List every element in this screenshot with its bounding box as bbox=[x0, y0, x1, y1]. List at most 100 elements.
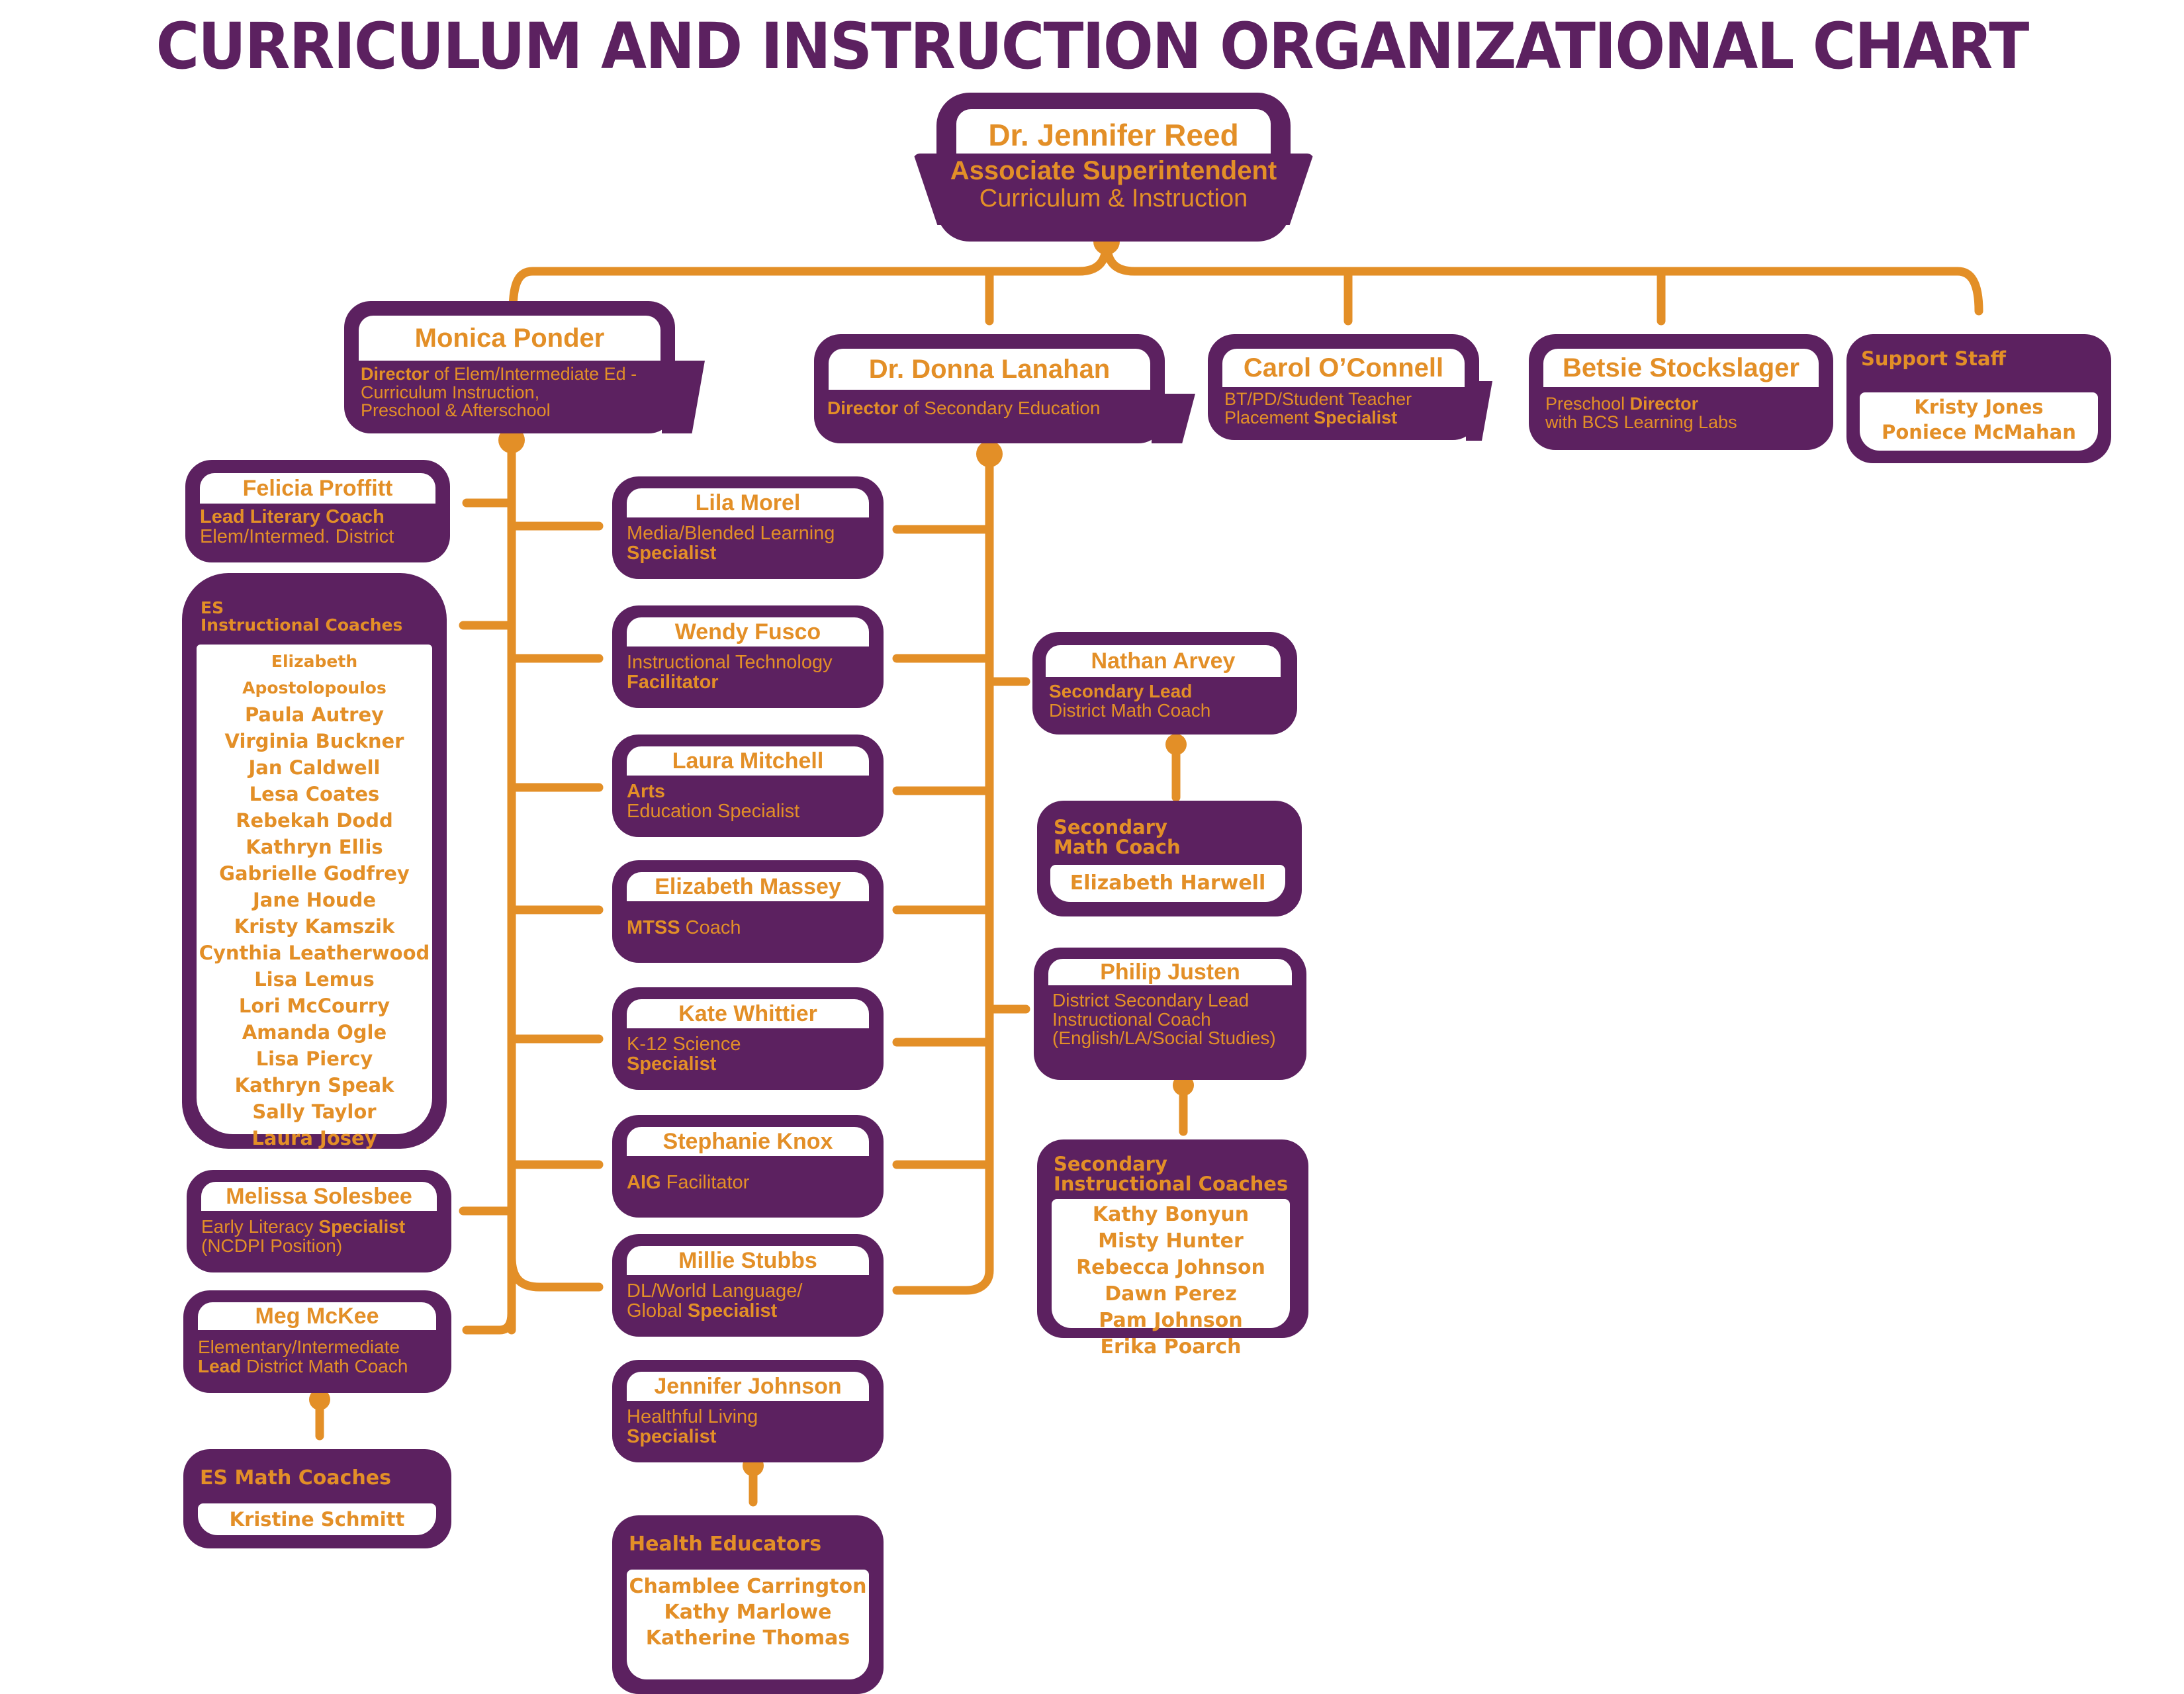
desc-text: Media/Blended Learning bbox=[627, 523, 835, 544]
member-name: Paula Autrey bbox=[244, 703, 385, 726]
desc-bold: Director bbox=[1629, 394, 1699, 414]
node-description: Secondary Lead District Math Coach bbox=[1049, 682, 1210, 720]
member-name: Lesa Coates bbox=[249, 783, 380, 805]
group-heading: Secondary Instructional Coaches bbox=[1054, 1154, 1288, 1194]
node-secondary-math-coach[interactable]: Secondary Math Coach Elizabeth Harwell bbox=[1037, 801, 1302, 916]
desc-bold: Facilitator bbox=[627, 671, 719, 693]
node-description: AIG Facilitator bbox=[627, 1173, 749, 1193]
node-name: Laura Mitchell bbox=[627, 746, 869, 776]
node-name: Dr. Donna Lanahan bbox=[829, 349, 1150, 390]
desc-bold: AIG bbox=[627, 1172, 661, 1193]
member-name: Gabrielle Godfrey bbox=[219, 862, 410, 885]
node-description: Director of Elem/Intermediate Ed - Curri… bbox=[361, 365, 637, 420]
node-melissa-solesbee[interactable]: Melissa Solesbee Early Literacy Speciali… bbox=[187, 1170, 451, 1272]
node-name: Wendy Fusco bbox=[627, 617, 869, 646]
node-description: Instructional Technology Facilitator bbox=[627, 652, 833, 693]
desc-text: Coach bbox=[680, 917, 741, 938]
node-millie-stubbs[interactable]: Millie Stubbs DL/World Language/Global Sp… bbox=[612, 1234, 884, 1337]
desc-bold: Specialist bbox=[1314, 407, 1398, 427]
node-wendy-fusco[interactable]: Wendy Fusco Instructional Technology Facil… bbox=[612, 605, 884, 708]
node-health-educators[interactable]: Health Educators Chamblee Carrington Kat… bbox=[612, 1515, 884, 1694]
node-philip-justen[interactable]: Philip Justen District Secondary Lead In… bbox=[1034, 948, 1306, 1080]
node-jennifer-johnson[interactable]: Jennifer Johnson Healthful Living Speciali… bbox=[612, 1360, 884, 1462]
node-secondary-instructional-coaches[interactable]: Secondary Instructional Coaches Kathy Bo… bbox=[1037, 1139, 1308, 1359]
desc-text: Preschool bbox=[1545, 394, 1630, 414]
node-name: Millie Stubbs bbox=[627, 1246, 869, 1275]
node-felicia-proffitt[interactable]: Felicia Proffitt Lead Literary Coach Ele… bbox=[185, 460, 450, 562]
member-name: Kathy Marlowe bbox=[664, 1601, 832, 1624]
member-name: Kathy Bonyun bbox=[1092, 1203, 1250, 1226]
desc-text: Instructional Technology bbox=[627, 652, 833, 673]
heading-line: Math Coach bbox=[1054, 836, 1181, 859]
node-description: Director of Secondary Education bbox=[827, 398, 1101, 418]
node-name: Jennifer Johnson bbox=[627, 1372, 869, 1401]
node-description: Arts Education Specialist bbox=[627, 781, 799, 821]
node-lila-morel[interactable]: Lila Morel Media/Blended Learning Speciali… bbox=[612, 476, 884, 579]
node-laura-mitchell[interactable]: Laura Mitchell Arts Education Specialist bbox=[612, 735, 884, 837]
desc-text: (NCDPI Position) bbox=[201, 1235, 343, 1256]
desc-text: Facilitator bbox=[660, 1172, 750, 1193]
desc-text: Placement bbox=[1224, 407, 1314, 427]
group-members: Chamblee Carrington Kathy Marlowe Kather… bbox=[627, 1570, 869, 1679]
node-description: Elementary/Intermediate Lead District Ma… bbox=[198, 1337, 408, 1376]
desc-text: District Math Coach bbox=[1049, 699, 1211, 721]
desc-bold: Arts bbox=[627, 781, 666, 802]
connector-lanahan-vertical bbox=[892, 449, 994, 1295]
member-name: Rebecca Johnson bbox=[1076, 1256, 1265, 1279]
node-name: Lila Morel bbox=[627, 488, 869, 517]
node-es-instructional-coaches[interactable]: ES Instructional Coaches Elizabeth Apost… bbox=[182, 573, 447, 1149]
group-members: Kristine Schmitt bbox=[198, 1503, 436, 1535]
member-name: Lori McCourry bbox=[238, 995, 390, 1017]
desc-bold: Lead Literary Coach bbox=[200, 506, 385, 527]
node-kate-whittier[interactable]: Kate Whittier K-12 Science Specialist bbox=[612, 987, 884, 1090]
heading-line: Secondary bbox=[1054, 816, 1167, 838]
member-name: Erika Poarch bbox=[1100, 1335, 1242, 1359]
group-heading: ES Math Coaches bbox=[200, 1466, 391, 1490]
member-name: Kathryn Speak bbox=[234, 1074, 394, 1096]
desc-text: Curriculum Instruction, bbox=[361, 382, 540, 402]
dot-lanahan bbox=[976, 441, 1003, 467]
desc-bold: Specialist bbox=[627, 1053, 717, 1075]
desc-text: Elementary/Intermediate bbox=[198, 1337, 400, 1357]
desc-bold: Specialist bbox=[318, 1216, 406, 1237]
heading-line: Instructional Coaches bbox=[201, 615, 403, 635]
member-name: Elizabeth Harwell bbox=[1069, 871, 1266, 895]
node-description: Media/Blended Learning Specialist bbox=[627, 523, 835, 563]
heading-line: Instructional Coaches bbox=[1054, 1173, 1289, 1196]
desc-text: of Secondary Education bbox=[898, 398, 1101, 418]
member-name: Chamblee Carrington bbox=[629, 1575, 867, 1598]
member-name: Elizabeth Apostolopoulos bbox=[242, 652, 387, 697]
desc-bold: MTSS bbox=[627, 917, 680, 938]
heading-line: ES bbox=[201, 598, 224, 617]
node-donna-lanahan[interactable]: Dr. Donna Lanahan bbox=[814, 334, 1165, 443]
member-name: Misty Hunter bbox=[1098, 1229, 1244, 1253]
node-description: Lead Literary Coach Elem/Intermed. Distr… bbox=[200, 506, 394, 547]
node-name: Elizabeth Massey bbox=[627, 872, 869, 901]
desc-text: BT/PD/Student Teacher bbox=[1224, 389, 1412, 409]
node-support-staff[interactable]: Support Staff Kristy Jones Poniece McMah… bbox=[1846, 334, 2111, 463]
node-elizabeth-massey[interactable]: Elizabeth Massey MTSS Coach bbox=[612, 860, 884, 963]
member-name: Poniece McMahan bbox=[1882, 420, 2076, 443]
group-heading: Support Staff bbox=[1861, 347, 2007, 370]
group-members: Elizabeth Harwell bbox=[1050, 865, 1285, 902]
member-name: Dawn Perez bbox=[1105, 1282, 1237, 1306]
node-tab bbox=[662, 361, 705, 433]
member-name: Lisa Piercy bbox=[255, 1048, 373, 1070]
heading-line: Secondary bbox=[1054, 1153, 1167, 1175]
node-nathan-arvey[interactable]: Nathan Arvey Secondary Lead District Mat… bbox=[1032, 632, 1297, 735]
desc-text: Elem/Intermed. District bbox=[200, 525, 394, 547]
connector-top-right bbox=[1102, 237, 1983, 316]
node-stephanie-knox[interactable]: Stephanie Knox AIG Facilitator bbox=[612, 1115, 884, 1218]
node-tab bbox=[1466, 381, 1492, 441]
node-es-math-coaches[interactable]: ES Math Coaches Kristine Schmitt bbox=[183, 1449, 451, 1548]
member-name: Sally Taylor bbox=[252, 1100, 377, 1123]
node-meg-mckee[interactable]: Meg McKee Elementary/Intermediate Lead D… bbox=[183, 1290, 451, 1393]
node-name: Felicia Proffitt bbox=[200, 473, 435, 504]
node-name: Betsie Stockslager bbox=[1543, 349, 1819, 387]
node-description: Healthful Living Specialist bbox=[627, 1407, 758, 1447]
group-members: Kathy Bonyun Misty Hunter Rebecca Johnson D… bbox=[1052, 1199, 1290, 1359]
connector-ponder-mckee bbox=[462, 1309, 516, 1335]
desc-text: Preschool & Afterschool bbox=[361, 400, 551, 421]
node-betsie-stockslager[interactable]: Betsie Stockslager Preschool Director wi… bbox=[1529, 334, 1833, 450]
member-name: Laura Josey bbox=[251, 1127, 377, 1149]
